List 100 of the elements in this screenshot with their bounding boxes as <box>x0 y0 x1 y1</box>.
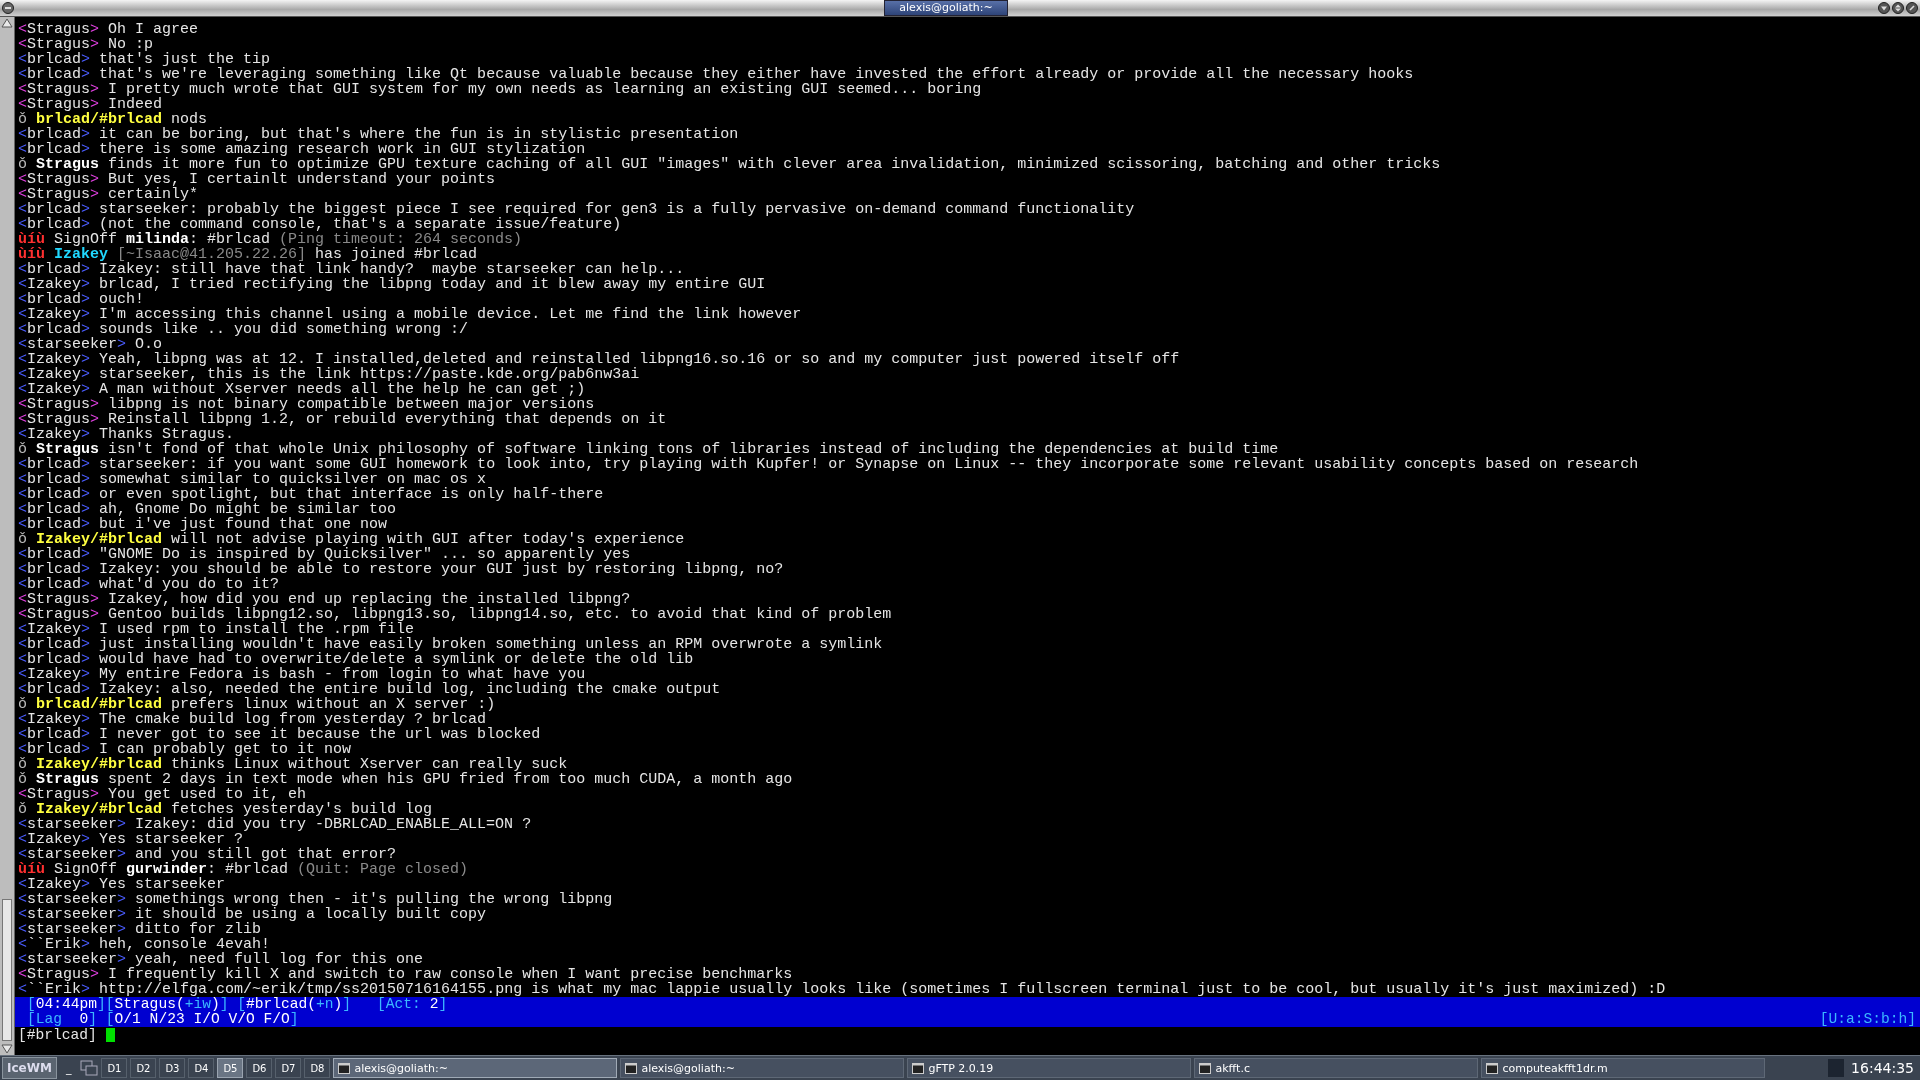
event-message: ùíù SignOff gurwinder: #brlcad (Quit: Page closed) <box>18 862 470 877</box>
chat-message: <brlcad> it can be boring, but that's where the fun is in stylistic presentation <box>18 127 740 142</box>
input-prompt: [#brlcad] <box>18 1027 97 1043</box>
chat-message: <starseeker> it should be using a locally built copy <box>18 907 488 922</box>
chat-message: <``Erik> http://elfga.com/~erik/tmp/ss20150716164155.png is what my mac lappie usually looks like (sometimes I fullscreen terminal just to be cool, but usually it's just maximized) :D <box>18 982 1667 997</box>
window-icon <box>1486 1062 1499 1074</box>
window-menu-icon[interactable] <box>2 2 14 14</box>
chat-message: <Izakey> Yeah, libpng was at 12. I installed,deleted and reinstalled libpng16.so.16 or so and my computer just powered itself off <box>18 352 1181 367</box>
chat-message: <Stragus> No :p <box>18 37 155 52</box>
chat-message: <starseeker> ditto for zlib <box>18 922 262 937</box>
chat-message: <Stragus> Oh I agree <box>18 22 200 37</box>
chat-message: <brlcad> I never got to see it because the url was blocked <box>18 727 542 742</box>
action-message: ǒ Stragus spent 2 days in text mode when his GPU fried from too much CUDA, a month ago <box>18 772 794 787</box>
close-icon[interactable] <box>1906 2 1918 14</box>
chat-message: <Stragus> Izakey, how did you end up replacing the installed libpng? <box>18 592 632 607</box>
chat-message: <Izakey> Yes starseeker <box>18 877 227 892</box>
action-message: ǒ brlcad/#brlcad prefers linux without an X server :) <box>18 697 496 712</box>
clock: 16:44:35 <box>1850 1060 1915 1076</box>
minimize-icon[interactable] <box>1878 2 1890 14</box>
chat-message: <brlcad> or even spotlight, but that interface is only half-there <box>18 487 605 502</box>
chat-message: <Izakey> The cmake build log from yesterday ? brlcad <box>18 712 487 727</box>
event-message: ùíù SignOff milinda: #brlcad (Ping timeout: 264 seconds) <box>18 232 523 247</box>
workspace-button[interactable]: D7 <box>275 1058 302 1078</box>
chat-message: <Izakey> I used rpm to install the .rpm file <box>18 622 415 637</box>
action-message: ǒ Izakey/#brlcad fetches yesterday's build log <box>18 802 434 817</box>
chat-message: <starseeker> yeah, need full log for this one <box>18 952 425 967</box>
workspace-button[interactable]: D8 <box>304 1058 331 1078</box>
chat-message: <Izakey> starseeker, this is the link https://paste.kde.org/pab6nw3ai <box>18 367 641 382</box>
chat-message: <starseeker> and you still got that error? <box>18 847 398 862</box>
chat-message: <brlcad> ouch! <box>18 292 145 307</box>
start-button[interactable]: IceWM <box>2 1057 57 1079</box>
status-text: [04:44pm][Stragus(+iw)] [#brlcad(+n)] <box>27 997 352 1012</box>
status-text: [Act: 2] <box>377 997 448 1012</box>
action-message: ǒ Izakey/#brlcad will not advise playing with GUI after today's experience <box>18 532 686 547</box>
window-icon <box>625 1062 638 1074</box>
task-button[interactable]: akfft.c <box>1194 1058 1479 1078</box>
chat-message: <brlcad> starseeker: probably the biggest piece I see required for gen3 is a fully pervasive on-demand command functionality <box>18 202 1136 217</box>
chat-message: <Izakey> My entire Fedora is bash - from login to what have you <box>18 667 586 682</box>
chat-message: <brlcad> Izakey: you should be able to restore your GUI just by restoring libpng, no? <box>18 562 785 577</box>
workspace-button[interactable]: D3 <box>159 1058 186 1078</box>
chat-message: <brlcad> but i've just found that one now <box>18 517 388 532</box>
chat-message: <Stragus> But yes, I certainlt understand your points <box>18 172 497 187</box>
task-button[interactable]: alexis@goliath:~ <box>333 1058 618 1078</box>
chat-message: <brlcad> ah, Gnome Do might be similar too <box>18 502 398 517</box>
chat-message: <brlcad> Izakey: still have that link handy? maybe starseeker can help... <box>18 262 685 277</box>
chat-message: <Izakey> Yes starseeker ? <box>18 832 244 847</box>
chat-message: <brlcad> just installing wouldn't have easily broken something unless an RPM overwrote a symlink <box>18 637 884 652</box>
chat-message: <brlcad> that's we're leveraging something like Qt because valuable because they either have invested the effort already or provide all the necessary hooks <box>18 67 1415 82</box>
workspace-button[interactable]: D2 <box>130 1058 157 1078</box>
chat-message: <Stragus> Reinstall libpng 1.2, or rebuild everything that depends on it <box>18 412 668 427</box>
task-button[interactable]: gFTP 2.0.19 <box>907 1058 1192 1078</box>
chat-message: <brlcad> I can probably get to it now <box>18 742 353 757</box>
chat-message: <brlcad> that's just the tip <box>18 52 271 67</box>
chat-message: <brlcad> starseeker: if you want some GUI homework to look into, try playing with Kupfer! or Synapse on Linux -- they incorporate some relevant usability concepts based on research <box>18 457 1640 472</box>
status-text: [U:a:S:b:h] <box>1819 1012 1916 1027</box>
action-message: ǒ Izakey/#brlcad thinks Linux without Xserver can really suck <box>18 757 569 772</box>
text-cursor <box>105 1028 115 1042</box>
chat-message: <brlcad> "GNOME Do is inspired by Quicksilver" ... so apparently yes <box>18 547 631 562</box>
window-icon <box>338 1062 351 1074</box>
workspace-button[interactable]: D5 <box>217 1058 244 1078</box>
chat-message: <brlcad> (not the command console, that's a separate issue/feature) <box>18 217 623 232</box>
chat-message: <Stragus> Gentoo builds libpng12.so, libpng13.so, libpng14.so, etc. to avoid that kind of problem <box>18 607 893 622</box>
action-message: ǒ Stragus isn't fond of that whole Unix philosophy of software linking tons of libraries instead of including the dependencies at build time <box>18 442 1279 457</box>
chat-message: <Stragus> I pretty much wrote that GUI system for my own needs as learning an existing GUI seemed... boring <box>18 82 983 97</box>
task-button[interactable]: computeakfft1dr.m <box>1481 1058 1766 1078</box>
chat-message: <brlcad> would have had to overwrite/delete a symlink or delete the old lib <box>18 652 695 667</box>
action-message: ǒ brlcad/#brlcad nods <box>18 112 208 127</box>
workspace-button[interactable]: D6 <box>246 1058 273 1078</box>
workspace-button[interactable]: D1 <box>101 1058 128 1078</box>
chat-message: <``Erik> heh, console 4evah! <box>18 937 272 952</box>
scroll-thumb[interactable] <box>2 899 12 1041</box>
chat-message: <starseeker> Izakey: did you try -DBRLCAD_ENABLE_ALL=ON ? <box>18 817 533 832</box>
chat-message: <Stragus> libpng is not binary compatible between major versions <box>18 397 595 412</box>
chat-message: <Stragus> I frequently kill X and switch to raw console when I want precise benchmarks <box>18 967 794 982</box>
scrollbar[interactable] <box>0 17 15 1055</box>
chat-message: <Izakey> A man without Xserver needs all the help he can get ;) <box>18 382 586 397</box>
chat-message: <Izakey> brlcad, I tried rectifying the libpng today and it blew away my entire GUI <box>18 277 767 292</box>
chat-message: <brlcad> somewhat similar to quicksilver on mac os x <box>18 472 487 487</box>
window-title: alexis@goliath:~ <box>884 0 1008 16</box>
chat-message: <brlcad> sounds like .. you did something wrong :/ <box>18 322 470 337</box>
chat-message: <Stragus> Indeed <box>18 97 163 112</box>
chat-message: <starseeker> O.o <box>18 337 163 352</box>
event-message: ùíù Izakey [~Isaac@41.205.22.26] has joined #brlcad <box>18 247 478 262</box>
chat-message: <Izakey> I'm accessing this channel using a mobile device. Let me find the link however <box>18 307 803 322</box>
chat-message: <brlcad> what'd you do to it? <box>18 577 281 592</box>
maximize-icon[interactable] <box>1892 2 1904 14</box>
status-text: [Lag 0] [O/1 N/23 I/O V/O F/O] <box>27 1012 299 1027</box>
workspace-button[interactable]: D4 <box>188 1058 215 1078</box>
window-icon <box>912 1062 925 1074</box>
show-desktop-button[interactable]: _ <box>59 1058 78 1078</box>
task-button[interactable]: alexis@goliath:~ <box>620 1058 905 1078</box>
chat-message: <Stragus> certainly* <box>18 187 200 202</box>
chat-message: <starseeker> somethings wrong then - it's pulling the wrong libpng <box>18 892 614 907</box>
window-list-icon[interactable] <box>80 1060 99 1076</box>
chat-message: <Stragus> You get used to it, eh <box>18 787 307 802</box>
chat-message: <Izakey> Thanks Stragus. <box>18 427 235 442</box>
window-icon <box>1199 1062 1212 1074</box>
chat-message: <brlcad> there is some amazing research work in GUI stylization <box>18 142 586 157</box>
action-message: ǒ Stragus finds it more fun to optimize GPU texture caching of all GUI "images" with clever area invalidation, minimized scissoring, batching and other tricks <box>18 157 1442 172</box>
chat-message: <brlcad> Izakey: also, needed the entire build log, including the cmake output <box>18 682 722 697</box>
